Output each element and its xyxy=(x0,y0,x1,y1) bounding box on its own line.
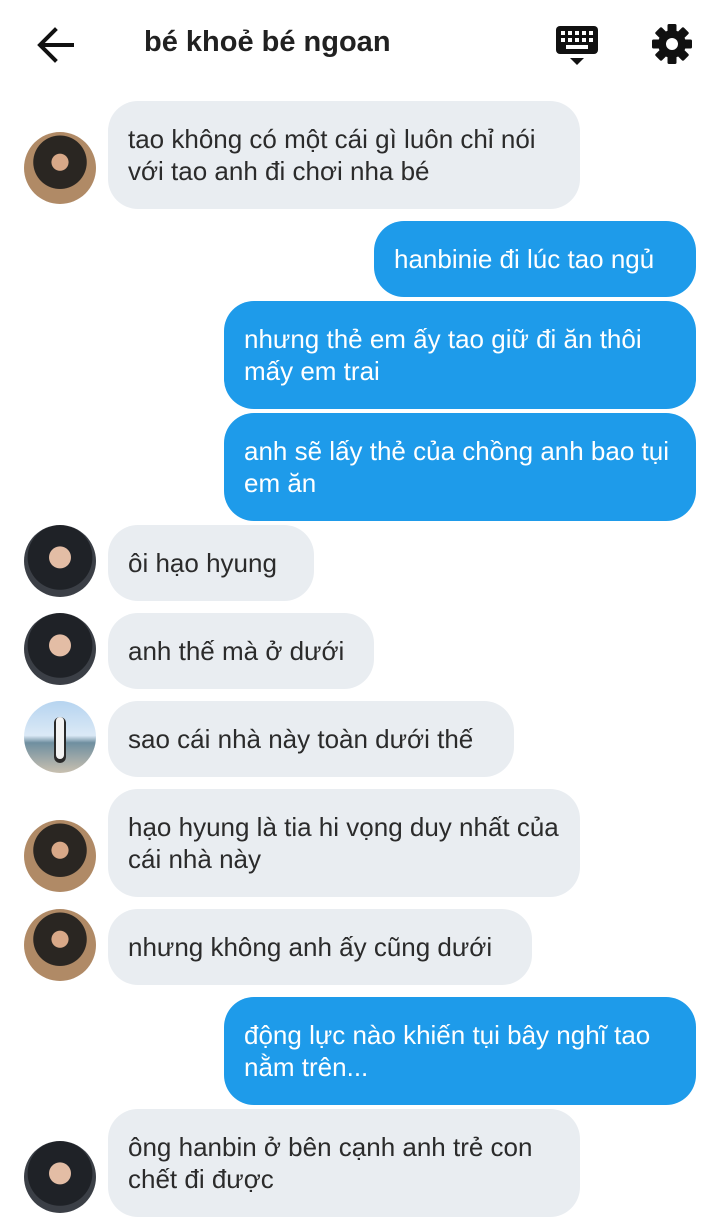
avatar[interactable] xyxy=(24,909,96,981)
avatar[interactable] xyxy=(24,820,96,892)
keyboard-button[interactable] xyxy=(554,24,600,68)
message-bubble-incoming[interactable]: ôi hạo hyung xyxy=(108,525,314,601)
message-text: hanbinie đi lúc tao ngủ xyxy=(394,244,655,274)
message-text: anh sẽ lấy thẻ của chồng anh bao tụi em … xyxy=(244,436,669,498)
gear-icon xyxy=(652,24,692,64)
message-bubble-incoming[interactable]: hạo hyung là tia hi vọng duy nhất của cá… xyxy=(108,789,580,897)
avatar[interactable] xyxy=(24,525,96,597)
message-bubble-outgoing[interactable]: hanbinie đi lúc tao ngủ xyxy=(374,221,696,297)
message-text: sao cái nhà này toàn dưới thế xyxy=(128,724,474,754)
message-bubble-outgoing[interactable]: động lực nào khiến tụi bây nghĩ tao nằm … xyxy=(224,997,696,1105)
message-bubble-incoming[interactable]: sao cái nhà này toàn dưới thế xyxy=(108,701,514,777)
avatar[interactable] xyxy=(24,132,96,204)
message-text: động lực nào khiến tụi bây nghĩ tao nằm … xyxy=(244,1020,651,1082)
message-bubble-outgoing[interactable]: anh sẽ lấy thẻ của chồng anh bao tụi em … xyxy=(224,413,696,521)
settings-button[interactable] xyxy=(650,22,694,66)
message-bubble-incoming[interactable]: ông hanbin ở bên cạnh anh trẻ con chết đ… xyxy=(108,1109,580,1217)
keyboard-icon xyxy=(556,26,598,65)
message-text: ông hanbin ở bên cạnh anh trẻ con chết đ… xyxy=(128,1132,533,1194)
message-text: hạo hyung là tia hi vọng duy nhất của cá… xyxy=(128,812,559,874)
message-text: anh thế mà ở dưới xyxy=(128,636,345,666)
message-text: nhưng thẻ em ấy tao giữ đi ăn thôi mấy e… xyxy=(244,324,642,386)
message-text: nhưng không anh ấy cũng dưới xyxy=(128,932,493,962)
chat-header: bé khoẻ bé ngoan xyxy=(0,0,720,88)
message-text: tao không có một cái gì luôn chỉ nói với… xyxy=(128,124,536,186)
message-text: ôi hạo hyung xyxy=(128,548,277,578)
back-button[interactable] xyxy=(34,24,78,66)
avatar[interactable] xyxy=(24,613,96,685)
message-bubble-incoming[interactable]: anh thế mà ở dưới xyxy=(108,613,374,689)
message-bubble-incoming[interactable]: nhưng không anh ấy cũng dưới xyxy=(108,909,532,985)
message-bubble-outgoing[interactable]: nhưng thẻ em ấy tao giữ đi ăn thôi mấy e… xyxy=(224,301,696,409)
arrow-left-icon xyxy=(37,27,74,63)
chat-title: bé khoẻ bé ngoan xyxy=(144,26,391,58)
avatar[interactable] xyxy=(24,701,96,773)
message-bubble-incoming[interactable]: tao không có một cái gì luôn chỉ nói với… xyxy=(108,101,580,209)
avatar[interactable] xyxy=(24,1141,96,1213)
